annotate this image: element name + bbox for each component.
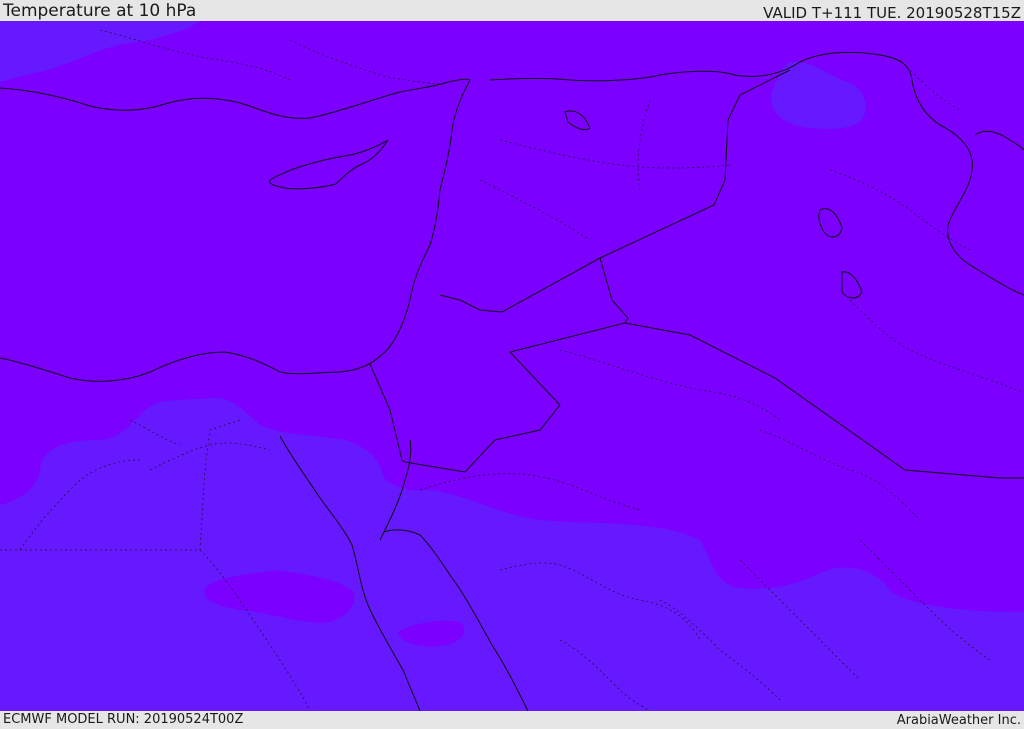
model-run-label: ECMWF MODEL RUN: 20190524T00Z bbox=[3, 712, 244, 727]
header-bar: Temperature at 10 hPa VALID T+111 TUE. 2… bbox=[0, 0, 1024, 22]
map-canvas bbox=[0, 21, 1024, 711]
valid-time: VALID T+111 TUE. 20190528T15Z bbox=[763, 4, 1021, 22]
credit-label: ArabiaWeather Inc. bbox=[896, 713, 1021, 728]
map-title: Temperature at 10 hPa bbox=[3, 1, 197, 21]
map-frame: Temperature at 10 hPa VALID T+111 TUE. 2… bbox=[0, 0, 1024, 729]
weather-map[interactable] bbox=[0, 21, 1024, 711]
footer-bar: ECMWF MODEL RUN: 20190524T00Z ArabiaWeat… bbox=[0, 711, 1024, 729]
